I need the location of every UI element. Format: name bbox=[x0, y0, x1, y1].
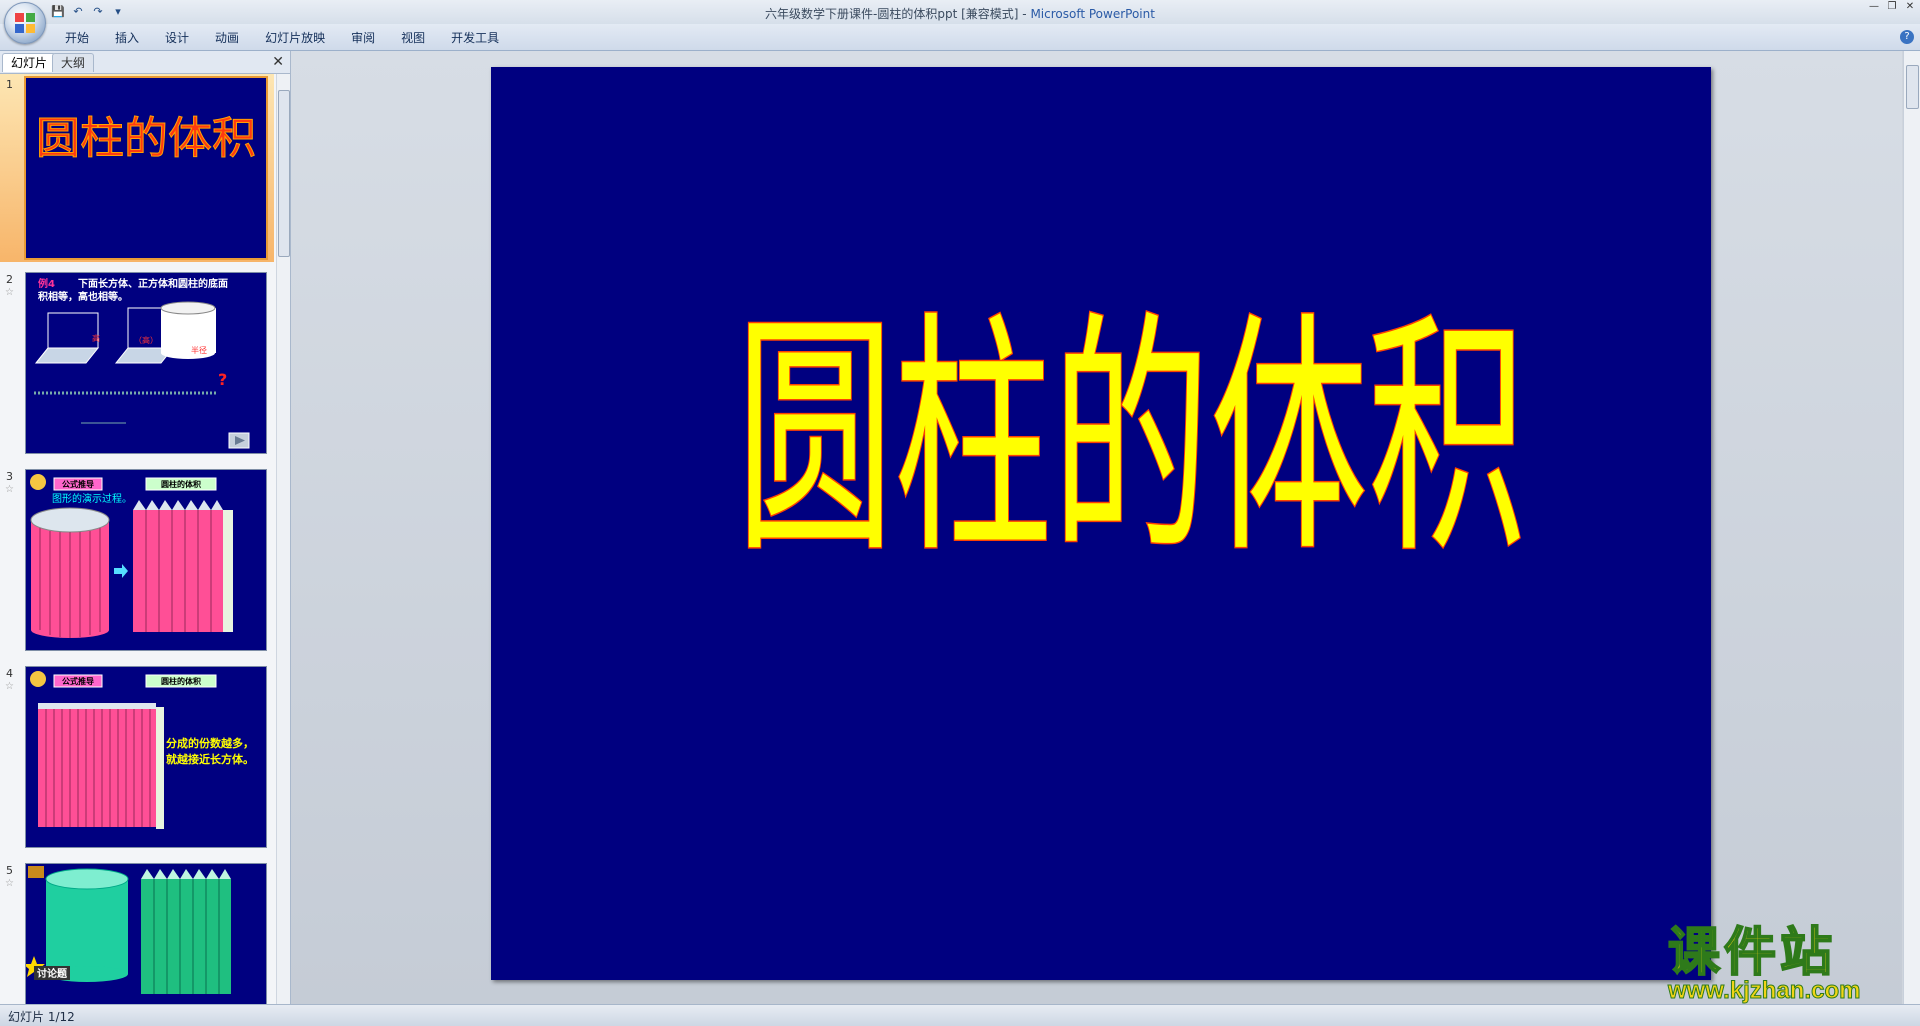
office-button[interactable] bbox=[4, 2, 46, 44]
thumb-text: 下面长方体、正方体和圆柱的底面 bbox=[78, 277, 228, 290]
animation-star-icon: ☆ bbox=[5, 878, 14, 889]
tab-insert[interactable]: 插入 bbox=[102, 30, 152, 46]
tab-design[interactable]: 设计 bbox=[152, 30, 202, 46]
slide-number: 5 bbox=[6, 864, 13, 877]
office-logo-icon bbox=[15, 13, 35, 33]
watermark-logo: 课件站 www.kjzhan.com bbox=[1667, 922, 1900, 1005]
restore-icon[interactable]: ❐ bbox=[1886, 1, 1898, 12]
tab-outline[interactable]: 大纲 bbox=[52, 53, 95, 72]
editor-scrollbar-thumb[interactable] bbox=[1906, 65, 1919, 109]
panel-tabs: 幻灯片 大纲 ✕ bbox=[0, 51, 290, 74]
document-title: 六年级数学下册课件-圆柱的体积ppt [兼容模式] bbox=[765, 7, 1019, 21]
app-name: Microsoft PowerPoint bbox=[1030, 7, 1155, 21]
thumb-text: 就越接近长方体。 bbox=[166, 752, 254, 766]
tab-developer[interactable]: 开发工具 bbox=[438, 30, 512, 46]
tab-review[interactable]: 审阅 bbox=[338, 30, 388, 46]
thumb-text: ? bbox=[218, 370, 227, 389]
editor-scrollbar[interactable] bbox=[1903, 51, 1920, 1004]
thumb-text: 公式推导 bbox=[62, 479, 94, 489]
title-separator: - bbox=[1018, 7, 1031, 21]
thumb-text: 圆柱的体积 bbox=[161, 676, 201, 686]
thumb-text: 例4 bbox=[38, 277, 55, 290]
panel-scrollbar[interactable] bbox=[276, 74, 290, 1004]
thumb-text: 图形的演示过程。 bbox=[52, 492, 132, 505]
thumb-text: 积相等，高也相等。 bbox=[38, 290, 128, 303]
title-bar: 💾 ↶ ↷ ▾ 六年级数学下册课件-圆柱的体积ppt [兼容模式] - Micr… bbox=[0, 0, 1920, 24]
close-icon[interactable]: ✕ bbox=[1904, 1, 1916, 12]
slide-thumbnail: 例4 下面长方体、正方体和圆柱的底面 积相等，高也相等。 高 （高） 半径 ? bbox=[25, 272, 267, 454]
animation-star-icon: ☆ bbox=[5, 484, 14, 495]
slide-number: 2 bbox=[6, 273, 13, 286]
slide-thumbnail: 圆柱的体积 bbox=[24, 76, 268, 260]
tab-animations[interactable]: 动画 bbox=[202, 30, 252, 46]
thumb-text: 分成的份数越多， bbox=[166, 736, 254, 750]
tab-view[interactable]: 视图 bbox=[388, 30, 438, 46]
panel-close-icon[interactable]: ✕ bbox=[272, 54, 284, 70]
watermark-url: www.kjzhan.com bbox=[1668, 977, 1861, 1005]
window-controls: — ❐ ✕ bbox=[1868, 1, 1916, 12]
thumbnail-slide-5[interactable]: 5 ☆ 讨论题 bbox=[0, 860, 274, 1004]
slide-canvas[interactable]: 圆柱的体积 bbox=[491, 67, 1711, 980]
animation-star-icon: ☆ bbox=[5, 287, 14, 298]
thumbnail-list: 1 圆柱的体积 2 ☆ 例4 下面长方体、正方体和圆柱的底面 积相等，高也相等。 bbox=[0, 74, 274, 1004]
thumb-title: 圆柱的体积 bbox=[36, 113, 256, 164]
tab-slides[interactable]: 幻灯片 bbox=[2, 53, 57, 72]
slide-counter: 幻灯片 1/12 bbox=[8, 1010, 75, 1024]
animation-star-icon: ☆ bbox=[5, 681, 14, 692]
thumb-text: 半径 bbox=[191, 345, 207, 355]
ribbon-tabs: 开始 插入 设计 动画 幻灯片放映 审阅 视图 开发工具 bbox=[52, 30, 512, 46]
panel-scrollbar-thumb[interactable] bbox=[278, 90, 290, 257]
slide-editor: 圆柱的体积 bbox=[291, 51, 1902, 1004]
thumb-text: （高） bbox=[134, 335, 158, 345]
thumbnail-slide-2[interactable]: 2 ☆ 例4 下面长方体、正方体和圆柱的底面 积相等，高也相等。 高 （高） 半… bbox=[0, 269, 274, 459]
slide-number: 3 bbox=[6, 470, 13, 483]
thumb-text: 讨论题 bbox=[37, 967, 68, 980]
slide-thumbnail: 讨论题 bbox=[25, 863, 267, 1004]
slides-panel: 幻灯片 大纲 ✕ 1 圆柱的体积 2 ☆ 例4 下面长方体、正方体和圆柱的底面 … bbox=[0, 51, 291, 1004]
slide-title[interactable]: 圆柱的体积 bbox=[735, 290, 1528, 590]
thumb-text: 圆柱的体积 bbox=[161, 479, 201, 489]
status-bar: 幻灯片 1/12 bbox=[0, 1004, 1920, 1026]
help-icon[interactable]: ? bbox=[1900, 30, 1914, 44]
slide-number: 4 bbox=[6, 667, 13, 680]
tab-home[interactable]: 开始 bbox=[52, 30, 102, 46]
window-title: 六年级数学下册课件-圆柱的体积ppt [兼容模式] - Microsoft Po… bbox=[0, 5, 1920, 22]
minimize-icon[interactable]: — bbox=[1868, 1, 1880, 12]
watermark-text: 课件站 bbox=[1667, 922, 1837, 983]
thumbnail-slide-1[interactable]: 1 圆柱的体积 bbox=[0, 74, 274, 262]
slide-thumbnail: 公式推导 圆柱的体积 分成的份数越多， 就越接近长方体。 bbox=[25, 666, 267, 848]
thumb-text: 公式推导 bbox=[62, 676, 94, 686]
thumbnail-slide-4[interactable]: 4 ☆ 公式推导 圆柱的体积 分成的份数越多， 就越接近长方体。 bbox=[0, 663, 274, 853]
tab-slideshow[interactable]: 幻灯片放映 bbox=[252, 30, 338, 46]
slide-thumbnail: 公式推导 圆柱的体积 图形的演示过程。 bbox=[25, 469, 267, 651]
slide-number: 1 bbox=[6, 78, 13, 91]
thumbnail-slide-3[interactable]: 3 ☆ 公式推导 圆柱的体积 图形的演示过程。 bbox=[0, 466, 274, 656]
thumb-text: 高 bbox=[92, 333, 100, 343]
ribbon: 开始 插入 设计 动画 幻灯片放映 审阅 视图 开发工具 ? bbox=[0, 24, 1920, 51]
